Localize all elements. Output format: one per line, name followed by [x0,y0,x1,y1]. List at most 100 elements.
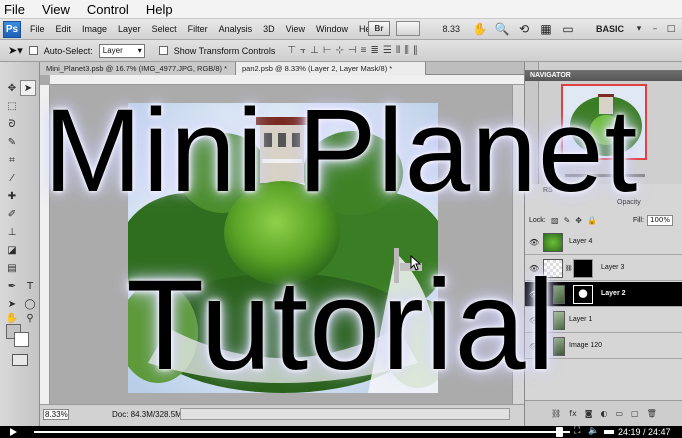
fill-input[interactable]: 100% [647,215,673,226]
background-color-swatch[interactable] [14,332,29,347]
lock-position-icon[interactable]: ✥ [575,216,582,225]
align-right-icon[interactable]: ⊣ [348,45,357,56]
link-layers-icon[interactable]: ⛓ [551,409,561,418]
quick-mask-button[interactable] [12,354,28,366]
visibility-eye-icon[interactable]: 👁 [529,264,539,273]
distribute-middle-icon[interactable]: ≣ [371,45,379,56]
align-middle-icon[interactable]: ⫟ [300,45,306,56]
layer-mask-thumbnail[interactable] [573,285,593,304]
new-layer-icon[interactable]: ▢ [631,409,639,418]
zoom-tool-icon[interactable]: 🔍 [494,22,510,36]
ps-menu-file[interactable]: File [30,24,45,34]
distribute-top-icon[interactable]: ≡ [361,45,367,56]
align-center-icon[interactable]: ⊹ [336,45,344,56]
play-icon[interactable] [10,428,17,436]
delete-layer-icon[interactable]: 🗑 [647,409,657,418]
healing-tool-icon[interactable]: ✚ [4,188,20,204]
volume-slider[interactable] [604,430,614,434]
quick-select-tool-icon[interactable]: ✎ [4,134,20,150]
ps-menu-layer[interactable]: Layer [118,24,141,34]
workspace-switcher[interactable]: BASIC [596,24,624,34]
player-menu-file[interactable]: File [4,2,25,17]
player-menu-help[interactable]: Help [146,2,173,17]
lock-all-icon[interactable]: 🔒 [587,216,597,225]
ps-menu-select[interactable]: Select [152,24,177,34]
crop-tool-icon[interactable]: ⌗ [4,152,20,168]
layer-row-layer3[interactable]: 👁 ⛓ Layer 3 [525,256,682,281]
seek-handle[interactable] [555,427,563,437]
volume-icon[interactable]: 🔈 [588,426,599,436]
mask-link-icon[interactable]: ⛓ [565,265,573,272]
arrange-documents-icon[interactable]: ▦ [538,22,554,36]
layer-row-layer2[interactable]: 👁 Layer 2 [525,282,682,307]
visibility-eye-icon[interactable]: 👁 [529,342,539,351]
move-tool-preset-icon[interactable]: ➤▾ [8,44,23,57]
horizontal-scrollbar[interactable] [180,408,510,420]
rotate-view-icon[interactable]: ⟲ [516,22,532,36]
move-tool-active-icon[interactable]: ➤ [20,80,36,96]
status-zoom-field[interactable]: 8.33% [43,409,69,420]
new-group-icon[interactable]: ▭ [615,409,623,418]
layer-style-icon[interactable]: fx [569,409,577,418]
align-left-icon[interactable]: ⊢ [323,45,332,56]
navigator-panel-header[interactable]: NAVIGATOR [525,70,682,81]
gradient-tool-icon[interactable]: ▤ [4,260,20,276]
ps-menu-3d[interactable]: 3D [263,24,275,34]
adjustment-layer-icon[interactable]: ◐ [600,409,607,418]
auto-select-dropdown[interactable]: Layer [98,43,145,58]
layer-row-image120[interactable]: 👁 Image 120 [525,334,682,359]
clone-stamp-icon[interactable]: ⊥ [4,224,20,240]
lasso-tool-icon[interactable]: ᘐ [4,116,20,132]
bridge-button[interactable]: Br [368,21,390,36]
ps-menu-edit[interactable]: Edit [56,24,72,34]
player-menu-view[interactable]: View [42,2,70,17]
view-extras-button[interactable] [396,21,420,36]
add-mask-icon[interactable]: ◙ [585,409,593,418]
navigator-zoom-slider[interactable] [565,174,645,177]
maximize-icon[interactable]: □ [664,22,678,36]
layer-mask-thumbnail[interactable] [573,259,593,278]
ps-menu-window[interactable]: Window [316,24,348,34]
layer-row-layer4[interactable]: 👁 Layer 4 [525,230,682,255]
tab-pan2[interactable]: pan2.psb @ 8.33% (Layer 2, Layer Mask/8)… [236,62,426,75]
eraser-tool-icon[interactable]: ◪ [4,242,20,258]
distribute-center-icon[interactable]: ⫼ [404,45,409,56]
layer-row-layer1[interactable]: 👁 Layer 1 [525,308,682,333]
vertical-scrollbar[interactable] [512,85,524,404]
navigator-thumbnail[interactable] [561,84,647,160]
lock-image-icon[interactable]: ✎ [564,216,571,225]
move-tool-icon[interactable]: ✥ [4,80,20,96]
visibility-eye-icon[interactable]: 👁 [529,290,539,299]
zoom-tool-icon[interactable]: ⚲ [22,310,38,326]
align-bottom-icon[interactable]: ⊥ [310,45,319,56]
ps-menu-filter[interactable]: Filter [188,24,208,34]
show-transform-checkbox[interactable] [158,46,168,55]
distribute-bottom-icon[interactable]: ☰ [383,45,392,56]
pen-tool-icon[interactable]: ✒ [4,278,20,294]
distribute-right-icon[interactable]: ∥ [413,45,418,56]
player-menu-control[interactable]: Control [87,2,129,17]
seek-bar[interactable] [34,431,570,433]
zoom-level[interactable]: 8.33 [426,24,466,34]
align-top-icon[interactable]: ⊤ [287,45,296,56]
eyedropper-tool-icon[interactable]: ⁄ [4,170,20,186]
marquee-tool-icon[interactable]: ⬚ [4,98,20,114]
distribute-left-icon[interactable]: ⦀ [396,45,400,56]
lock-transparent-icon[interactable]: ▨ [551,216,559,225]
ps-menu-view[interactable]: View [286,24,305,34]
ps-menu-analysis[interactable]: Analysis [219,24,253,34]
fullscreen-icon[interactable]: ⛶ [574,426,580,436]
layer-name: Layer 1 [569,316,593,323]
type-tool-icon[interactable]: T [22,278,38,294]
visibility-eye-icon[interactable]: 👁 [529,238,539,247]
layers-panel-tab[interactable]: RS [543,187,553,194]
workspace-dropdown-icon[interactable]: ▾ [632,22,646,36]
hand-tool-icon[interactable]: ✋ [472,22,488,36]
tab-mini-planet3[interactable]: Mini_Planet3.psb @ 16.7% (IMG_4977.JPG, … [40,62,236,75]
screen-mode-icon[interactable]: ▭ [560,22,576,36]
auto-select-checkbox[interactable] [28,46,38,55]
visibility-eye-icon[interactable]: 👁 [529,316,539,325]
minimize-icon[interactable]: – [648,22,662,36]
ps-menu-image[interactable]: Image [82,24,107,34]
brush-tool-icon[interactable]: ✐ [4,206,20,222]
